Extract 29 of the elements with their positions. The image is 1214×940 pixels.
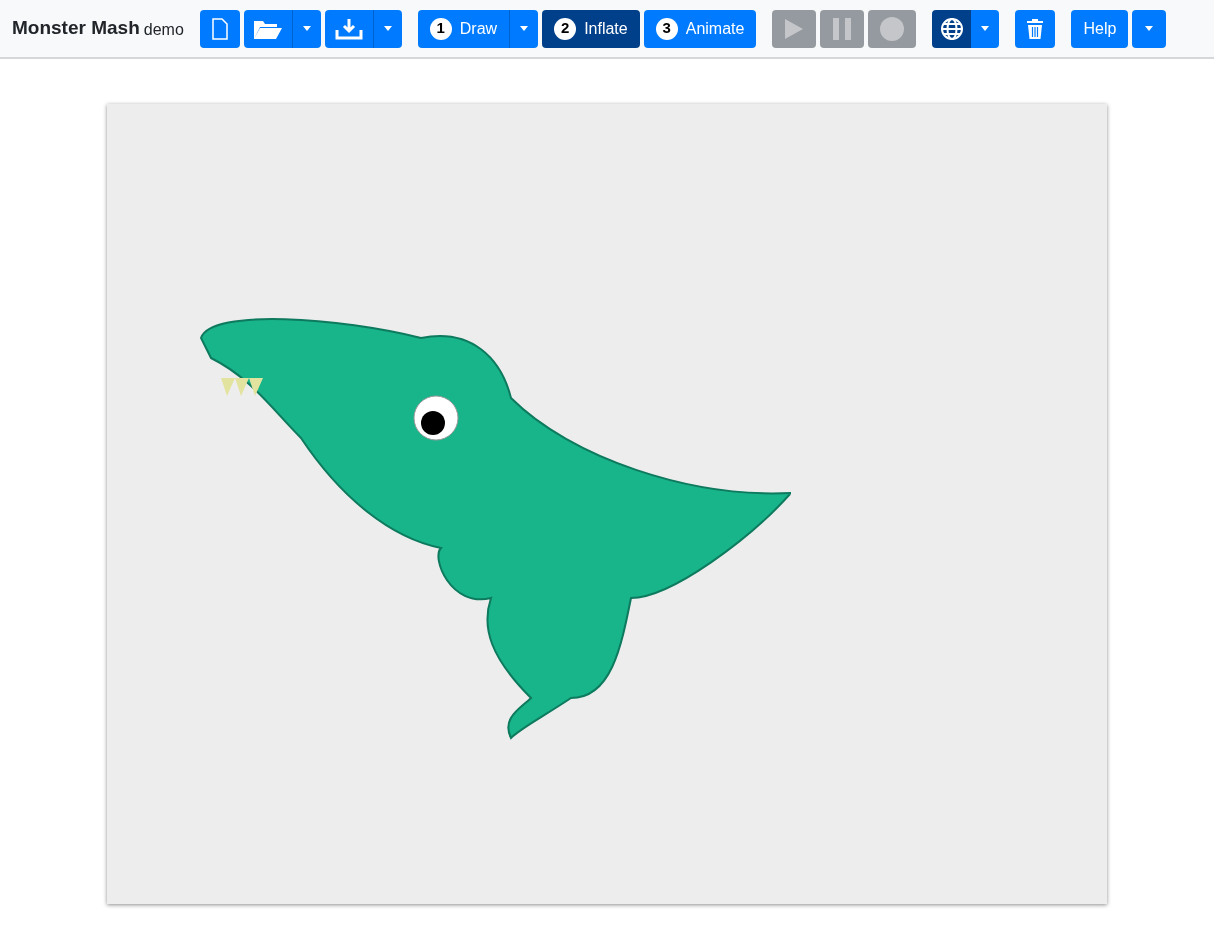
download-button[interactable]: [324, 9, 374, 48]
download-icon: [334, 17, 363, 40]
open-menu-button[interactable]: [292, 9, 321, 48]
help-button[interactable]: Help: [1071, 9, 1129, 48]
app-subtitle: demo: [143, 20, 184, 40]
mode-tab[interactable]: 3 Animate: [643, 9, 757, 48]
viewport-canvas[interactable]: [107, 104, 1107, 904]
caret-icon: [981, 26, 990, 31]
globe-menu-button[interactable]: [971, 9, 1000, 48]
play-icon: [785, 18, 804, 39]
record-icon: [880, 16, 905, 41]
globe-toggle-button[interactable]: [932, 9, 972, 48]
download-menu-button[interactable]: [373, 9, 402, 48]
trash-icon: [1026, 17, 1045, 40]
file-icon: [211, 17, 228, 40]
caret-icon: [520, 26, 529, 31]
caret-icon: [1145, 26, 1154, 31]
globe-icon: [939, 16, 964, 41]
app-title: Monster Mash: [12, 16, 140, 41]
mode-menu-button[interactable]: [510, 9, 539, 48]
mode-tab[interactable]: 2 Inflate: [542, 9, 640, 48]
caret-icon: [383, 26, 392, 31]
new-file-button[interactable]: [199, 9, 240, 48]
caret-icon: [302, 26, 311, 31]
pause-icon: [833, 17, 852, 40]
open-button[interactable]: [243, 9, 293, 48]
help-menu-button[interactable]: [1132, 9, 1167, 48]
mode-tab[interactable]: 1 Draw: [417, 9, 511, 48]
delete-button[interactable]: [1015, 9, 1056, 48]
